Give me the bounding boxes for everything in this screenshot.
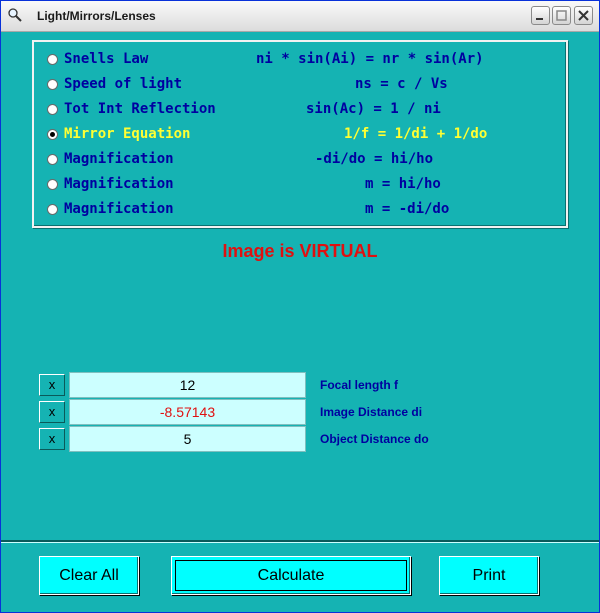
image-distance-field[interactable]: -8.57143 (69, 399, 306, 425)
title-bar[interactable]: Light/Mirrors/Lenses (1, 1, 599, 32)
focal-length-field[interactable]: 12 (69, 372, 306, 398)
option-label: Mirror Equation (64, 126, 191, 142)
option-label: Snells Law (64, 51, 149, 67)
maximize-button[interactable] (552, 6, 571, 25)
image-status-text: Image is VIRTUAL (222, 241, 378, 261)
clear-image-distance-button[interactable]: x (39, 401, 65, 423)
option-magnification-2[interactable]: Magnification m = hi/ho (46, 174, 566, 196)
option-equation: ns = c / Vs (355, 76, 448, 92)
close-icon (578, 10, 589, 21)
divider (1, 540, 599, 543)
radio-button-selected[interactable] (47, 129, 58, 140)
option-magnification-1[interactable]: Magnification -di/do = hi/ho (46, 149, 566, 171)
option-label: Magnification (64, 176, 174, 192)
minimize-button[interactable] (531, 6, 550, 25)
option-snells-law[interactable]: Snells Law ni * sin(Ai) = nr * sin(Ar) (46, 49, 566, 71)
option-label: Magnification (64, 201, 174, 217)
option-mirror-equation[interactable]: Mirror Equation 1/f = 1/di + 1/do (46, 124, 566, 146)
maximize-icon (556, 10, 567, 21)
magnifier-icon (8, 8, 22, 22)
radio-button[interactable] (47, 154, 58, 165)
clear-focal-length-button[interactable]: x (39, 374, 65, 396)
option-magnification-3[interactable]: Magnification m = -di/do (46, 199, 566, 221)
client-area: Snells Law ni * sin(Ai) = nr * sin(Ar) S… (1, 32, 599, 612)
clear-object-distance-button[interactable]: x (39, 428, 65, 450)
radio-button[interactable] (47, 204, 58, 215)
object-distance-field[interactable]: 5 (69, 426, 306, 452)
radio-button[interactable] (47, 79, 58, 90)
clear-all-button[interactable]: Clear All (39, 556, 139, 595)
app-window: Light/Mirrors/Lenses Snells Law ni * sin… (0, 0, 600, 613)
focal-length-label: Focal length f (320, 378, 398, 392)
option-equation: ni * sin(Ai) = nr * sin(Ar) (256, 51, 484, 67)
window-title: Light/Mirrors/Lenses (37, 9, 156, 23)
image-distance-label: Image Distance di (320, 405, 423, 419)
option-label: Tot Int Reflection (64, 101, 216, 117)
option-equation: m = hi/ho (365, 176, 441, 192)
option-speed-of-light[interactable]: Speed of light ns = c / Vs (46, 74, 566, 96)
option-label: Magnification (64, 151, 174, 167)
object-distance-label: Object Distance do (320, 432, 429, 446)
option-equation: m = -di/do (365, 201, 450, 217)
print-button[interactable]: Print (439, 556, 539, 595)
radio-button[interactable] (47, 54, 58, 65)
minimize-icon (536, 18, 543, 20)
equation-options-panel: Snells Law ni * sin(Ai) = nr * sin(Ar) S… (32, 40, 568, 228)
option-label: Speed of light (64, 76, 183, 92)
radio-button[interactable] (47, 179, 58, 190)
option-equation: sin(Ac) = 1 / ni (306, 101, 441, 117)
radio-button[interactable] (47, 104, 58, 115)
close-button[interactable] (574, 6, 593, 25)
option-tot-int-reflection[interactable]: Tot Int Reflection sin(Ac) = 1 / ni (46, 99, 566, 121)
calculate-button[interactable]: Calculate (171, 556, 411, 595)
option-equation: 1/f = 1/di + 1/do (344, 126, 488, 142)
option-equation: -di/do = hi/ho (315, 151, 434, 167)
